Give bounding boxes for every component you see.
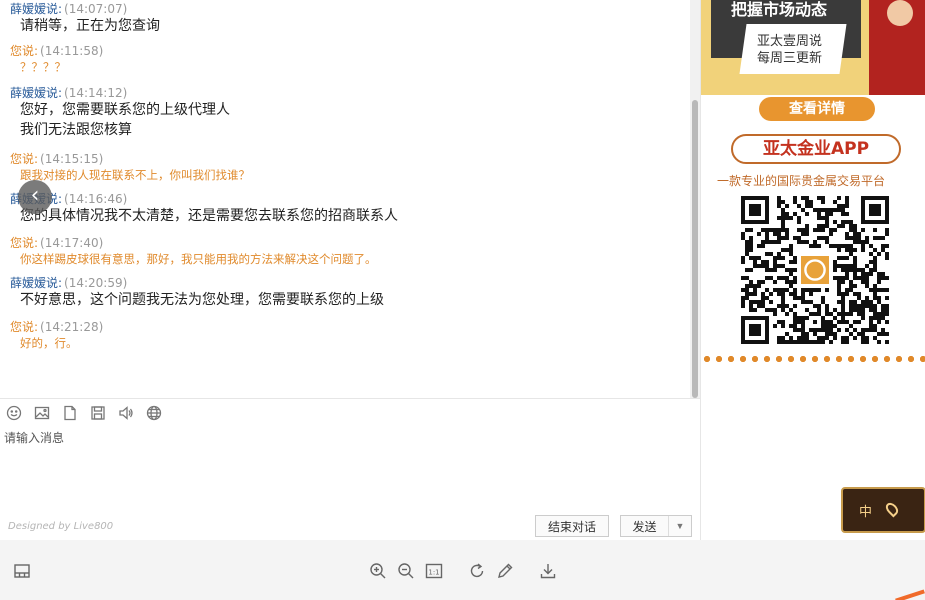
zoom-in-icon[interactable] — [369, 562, 387, 580]
view-details-button[interactable]: 查看详情 — [759, 97, 875, 121]
message-time: (14:16:46) — [64, 192, 128, 206]
chat-message-visitor: 您说: (14:17:40) 你这样踢皮球很有意思，那好，我只能用我的方法来解决这个… — [10, 236, 690, 268]
message-sender: 薛嫒嫒说: — [10, 2, 63, 16]
download-icon[interactable] — [539, 562, 557, 580]
end-conversation-button[interactable]: 结束对话 — [535, 515, 609, 537]
rotate-icon[interactable] — [468, 562, 486, 580]
image-icon[interactable] — [34, 405, 50, 421]
chat-message-visitor: 您说: (14:15:15) 跟我对接的人现在联系不上，你叫我们找谁？ — [10, 152, 690, 184]
message-text: 跟我对接的人现在联系不上，你叫我们找谁？ — [20, 168, 250, 182]
message-meta: 您说: (14:11:58) — [10, 44, 690, 58]
message-sender: 薛嫒嫒说: — [10, 86, 63, 100]
message-sender: 您说: — [10, 152, 39, 166]
chat-message-visitor: 您说: (14:21:28) 好的，行。 — [10, 320, 690, 352]
banner-subtitle-2: 每周三更新 — [757, 51, 823, 66]
svg-text:1:1: 1:1 — [428, 569, 439, 577]
volume-icon[interactable] — [118, 405, 134, 421]
message-time: (14:21:28) — [40, 320, 104, 334]
message-text: 您好，您需要联系您的上级代理人 — [20, 102, 230, 118]
ad-panel: 把握市场动态 亚太壹周说 每周三更新 查看详情 亚太金业APP 一款专业的国际贵… — [700, 0, 925, 540]
message-time: (14:17:40) — [40, 236, 104, 250]
message-text: 请稍等，正在为您查询 — [20, 18, 160, 34]
message-text: 你这样踢皮球很有意思，那好，我只能用我的方法来解决这个问题了。 — [20, 252, 377, 266]
message-meta: 薛嫒嫒说:(14:16:46) — [10, 192, 690, 206]
dotted-divider — [701, 355, 925, 363]
message-meta: 您说: (14:15:15) — [10, 152, 690, 166]
composer-toolbar — [6, 405, 162, 421]
file-icon[interactable] — [62, 405, 78, 421]
message-text: 不好意思，这个问题我无法为您处理，您需要联系您的上级 — [20, 292, 384, 308]
promo-banner[interactable]: 把握市场动态 亚太壹周说 每周三更新 — [701, 0, 925, 95]
chat-message-agent: 薛嫒嫒说: (14:07:07) 请稍等，正在为您查询 — [10, 2, 690, 36]
message-text: 您的具体情况我不太清楚，还是需要您去联系您的招商联系人 — [20, 208, 398, 224]
message-meta: 您说: (14:21:28) — [10, 320, 690, 334]
message-text: 我们无法跟您核算 — [20, 122, 132, 138]
chat-message-agent: 薛嫒嫒说: (14:14:12) 您好，您需要联系您的上级代理人 我们无法跟您核算 — [10, 86, 690, 140]
screenshot-root: 薛嫒嫒说: (14:07:07) 请稍等，正在为您查询 您说: (14:11:58)？？… — [0, 0, 925, 600]
send-button-group: 发送 ▼ — [620, 515, 692, 537]
save-icon[interactable] — [90, 405, 106, 421]
message-composer: Designed by Live800 结束对话 发送 ▼ — [0, 398, 700, 540]
message-meta: 您说: (14:17:40) — [10, 236, 690, 250]
message-sender: 您说: — [10, 44, 39, 58]
message-sender: 薛嫒嫒说: — [10, 276, 63, 290]
qr-code-icon — [741, 196, 889, 344]
back-arrow-icon[interactable]: ‹ — [18, 180, 52, 214]
scrollbar-thumb[interactable] — [692, 100, 698, 398]
floating-widget[interactable]: 中 — [841, 487, 925, 533]
thumbnail-icon[interactable] — [13, 562, 31, 580]
message-time: (14:07:07) — [64, 2, 128, 16]
message-meta: 薛嫒嫒说: (14:14:12) — [10, 86, 690, 100]
message-sender: 您说: — [10, 236, 39, 250]
send-button[interactable]: 发送 — [621, 516, 669, 536]
message-sender: 您说: — [10, 320, 39, 334]
send-options-dropdown[interactable]: ▼ — [669, 516, 691, 536]
edit-icon[interactable] — [496, 562, 514, 580]
app-title-badge: 亚太金业APP — [731, 134, 901, 164]
smile-icon[interactable] — [6, 405, 22, 421]
globe-icon[interactable] — [146, 405, 162, 421]
message-time: (14:11:58) — [40, 44, 104, 58]
designed-by-text: Designed by Live800 — [8, 521, 114, 532]
message-input[interactable] — [4, 429, 694, 509]
image-viewer-toolbar: 1:1 — [0, 540, 925, 600]
message-time: (14:20:59) — [64, 276, 128, 290]
app-subtitle: 一款专业的国际贵金属交易平台 — [717, 174, 886, 188]
presenter-photo — [869, 0, 925, 95]
chat-message-agent: 薛嫒嫒说:(14:16:46) 您的具体情况我不太清楚，还是需要您去联系您的招商联… — [10, 192, 690, 226]
message-time: (14:15:15) — [40, 152, 104, 166]
chat-message-visitor: 您说: (14:11:58) ？？？？ — [10, 44, 690, 76]
banner-title: 把握市场动态 — [731, 0, 828, 19]
message-time: (14:14:12) — [64, 86, 128, 100]
language-label: 中 — [859, 505, 873, 520]
zoom-out-icon[interactable] — [397, 562, 415, 580]
chat-message-agent: 薛嫒嫒说: (14:20:59) 不好意思，这个问题我无法为您处理，您需要联系您的上… — [10, 276, 690, 310]
location-pin-icon — [883, 500, 901, 518]
message-text: 好的，行。 — [20, 336, 78, 350]
chat-history[interactable]: 薛嫒嫒说: (14:07:07) 请稍等，正在为您查询 您说: (14:11:58)？？… — [0, 0, 700, 398]
message-text: ？？？？ — [20, 60, 66, 74]
message-meta: 薛嫒嫒说: (14:20:59) — [10, 276, 690, 290]
message-meta: 薛嫒嫒说: (14:07:07) — [10, 2, 690, 16]
actual-size-icon[interactable]: 1:1 — [425, 562, 443, 580]
